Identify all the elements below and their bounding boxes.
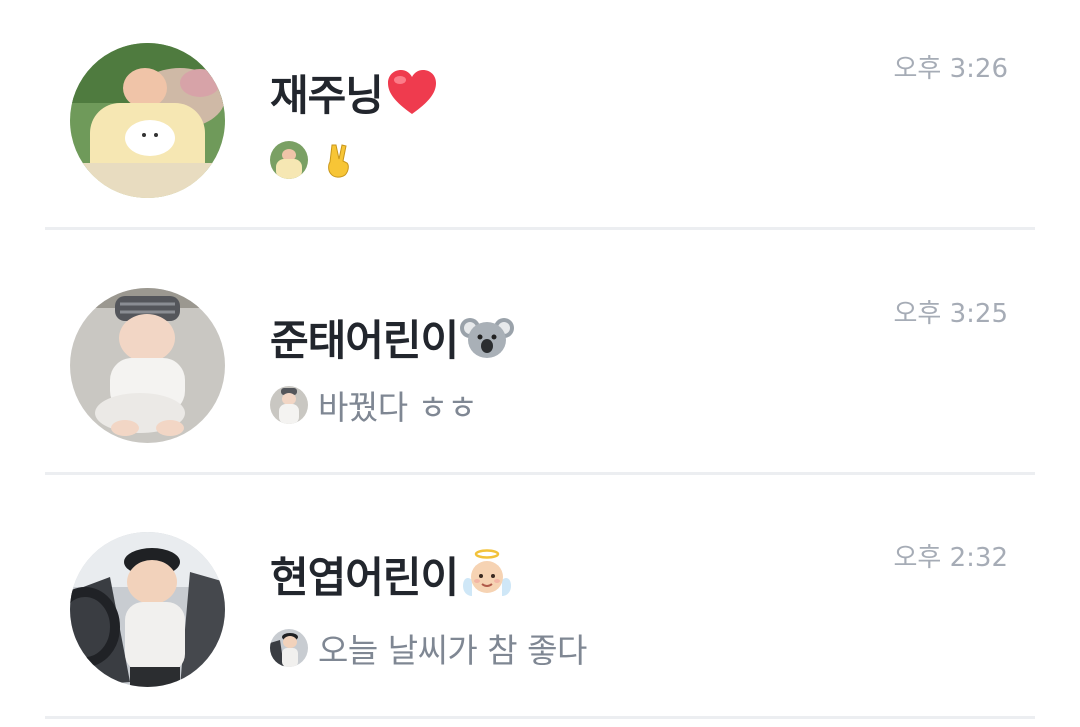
chat-row[interactable]: 준태어린이 오후 3:25 바꿨다 ㅎㅎ bbox=[0, 245, 1080, 475]
chat-list: 재주닝 오후 3:26 준태어린이 오후 3:25 바꿨다 ㅎㅎ 현엽어린이 오… bbox=[0, 0, 1080, 727]
sender-avatar bbox=[270, 629, 308, 667]
baby-angel-icon bbox=[460, 548, 514, 602]
chat-row[interactable]: 현엽어린이 오후 2:32 오늘 날씨가 참 좋다 bbox=[0, 490, 1080, 720]
divider bbox=[45, 227, 1035, 230]
victory-hand-icon bbox=[320, 141, 358, 179]
koala-icon bbox=[460, 311, 515, 365]
avatar[interactable] bbox=[70, 532, 225, 687]
sender-avatar bbox=[270, 386, 308, 424]
last-message: 바꿨다 ㅎㅎ bbox=[270, 385, 478, 427]
divider bbox=[45, 472, 1035, 475]
avatar[interactable] bbox=[70, 43, 225, 198]
last-message-text: 바꿨다 ㅎㅎ bbox=[318, 388, 478, 427]
chat-name: 준태어린이 bbox=[270, 307, 515, 368]
last-message: 오늘 날씨가 참 좋다 bbox=[270, 628, 587, 670]
chat-name-text: 현엽어린이 bbox=[270, 553, 459, 602]
last-message bbox=[270, 140, 358, 180]
chat-name-text: 준태어린이 bbox=[270, 316, 459, 365]
chat-name: 재주닝 bbox=[270, 62, 439, 123]
heart-icon bbox=[385, 66, 439, 120]
avatar[interactable] bbox=[70, 288, 225, 443]
chat-name-text: 재주닝 bbox=[270, 71, 384, 120]
chat-row[interactable]: 재주닝 오후 3:26 bbox=[0, 0, 1080, 230]
chat-time: 오후 2:32 bbox=[893, 543, 1009, 573]
sender-avatar bbox=[270, 141, 308, 179]
chat-time: 오후 3:26 bbox=[893, 54, 1009, 84]
last-message-text: 오늘 날씨가 참 좋다 bbox=[318, 631, 587, 670]
divider bbox=[45, 716, 1035, 719]
chat-name: 현엽어린이 bbox=[270, 544, 514, 605]
chat-time: 오후 3:25 bbox=[893, 299, 1009, 329]
